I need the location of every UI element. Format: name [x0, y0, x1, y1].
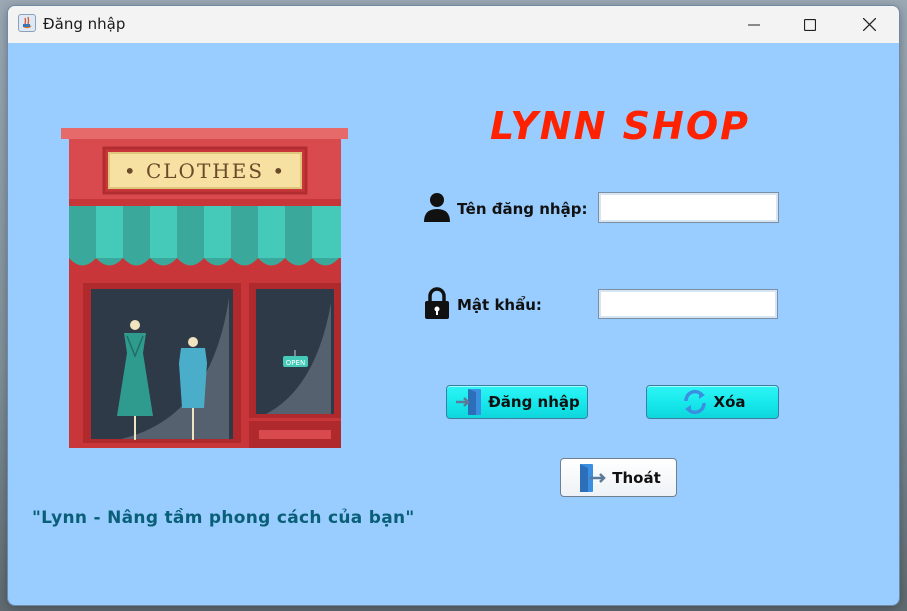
clothes-sign-text: • CLOTHES •: [124, 159, 286, 183]
maximize-button[interactable]: [781, 6, 839, 43]
refresh-icon: [683, 389, 706, 415]
shop-logo: LYNN SHOP: [490, 104, 750, 148]
exit-door-icon: [580, 463, 607, 492]
awning: [69, 206, 341, 266]
close-icon: [862, 18, 876, 31]
shop-slogan: "Lynn - Nâng tầm phong cách của bạn": [32, 508, 415, 528]
login-button-label: Đăng nhập: [488, 393, 580, 411]
close-button[interactable]: [840, 6, 898, 43]
clear-button[interactable]: Xóa: [646, 385, 779, 419]
java-app-icon: [18, 14, 36, 32]
password-input[interactable]: [598, 289, 778, 319]
minimize-icon: [748, 24, 760, 25]
exit-button[interactable]: Thoát: [560, 458, 677, 497]
maximize-icon: [804, 18, 816, 31]
user-icon: [423, 191, 451, 228]
clothing-store-illustration: • CLOTHES • OPEN: [61, 128, 351, 455]
clear-button-label: Xóa: [713, 393, 746, 411]
password-label: Mật khẩu:: [457, 296, 542, 314]
window-title: Đăng nhập: [43, 15, 126, 33]
minimize-button[interactable]: [725, 6, 783, 43]
login-window: Đăng nhập • CLOTHES • OPEN LYNN SHOP Tên…: [8, 6, 899, 605]
open-tag-text: OPEN: [286, 359, 305, 367]
username-input[interactable]: [598, 192, 779, 223]
enter-door-icon: [456, 389, 482, 415]
username-label: Tên đăng nhập:: [457, 200, 588, 218]
exit-button-label: Thoát: [612, 468, 661, 487]
lock-icon: [424, 287, 450, 325]
login-button[interactable]: Đăng nhập: [446, 385, 588, 419]
title-bar: Đăng nhập: [8, 6, 899, 43]
